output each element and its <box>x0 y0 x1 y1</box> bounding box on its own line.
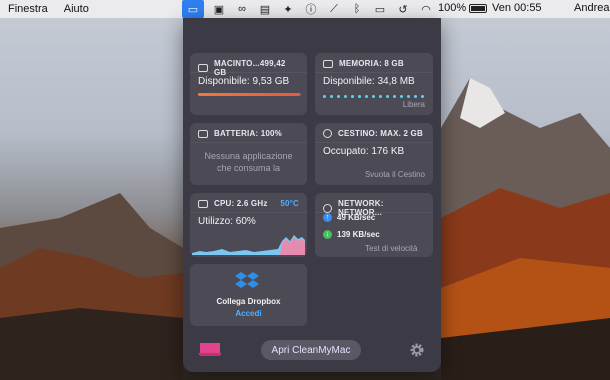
upload-speed: 49 KB/sec <box>337 213 376 222</box>
battery-tile[interactable]: BATTERIA: 100% Nessuna applicazione che … <box>190 123 307 185</box>
cleanmymac-icon[interactable] <box>198 341 222 357</box>
battery-title: BATTERIA: 100% <box>214 129 282 138</box>
trash-icon <box>323 129 332 138</box>
download-speed-row: ↓ 139 KB/sec <box>323 230 380 239</box>
disk-icon <box>198 64 208 72</box>
cpu-header: CPU: 2.6 GHz 50°C <box>198 199 299 208</box>
divider <box>190 142 307 143</box>
free-memory-button[interactable]: Libera <box>403 100 425 109</box>
battery-message: Nessuna applicazione che consuma la <box>204 151 293 173</box>
cleanmymac-menu-icon[interactable]: ▭ <box>182 0 204 18</box>
cpu-icon <box>198 199 208 208</box>
trash-title: CESTINO: MAX. 2 GB <box>338 129 423 138</box>
cpu-tile[interactable]: CPU: 2.6 GHz 50°C Utilizzo: 60% <box>190 193 307 257</box>
time-machine-icon[interactable]: ↺ <box>395 2 411 16</box>
divider <box>315 72 433 73</box>
disk-usage-fill <box>198 93 300 96</box>
disk-header: MACINTO...499,42 GB <box>198 59 299 77</box>
disk-available: Disponibile: 9,53 GB <box>198 76 290 87</box>
cpu-history-graph <box>192 235 305 255</box>
menu-aiuto[interactable]: Aiuto <box>64 3 89 15</box>
dropbox-login-link[interactable]: Accedi <box>190 309 307 318</box>
empty-trash-button[interactable]: Svuota il Cestino <box>365 170 425 179</box>
divider <box>190 72 307 73</box>
network-tile[interactable]: NETWORK: NETWOR... ↑ 49 KB/sec ↓ 139 KB/… <box>315 193 433 257</box>
battery-header: BATTERIA: 100% <box>198 129 299 138</box>
cpu-title: CPU: 2.6 GHz <box>214 199 268 208</box>
wifi-icon[interactable]: ◠ <box>418 2 434 16</box>
speed-test-button[interactable]: Test di velocità <box>365 244 417 253</box>
disk-tile[interactable]: MACINTO...499,42 GB Disponibile: 9,53 GB <box>190 53 307 115</box>
memory-available: Disponibile: 34,8 MB <box>323 76 415 87</box>
creative-cloud-icon[interactable]: ∞ <box>234 2 250 16</box>
menu-bar: Finestra Aiuto ▭ ▣ ∞ ▤ ✦ ⓘ ⟋ ᛒ ▭ ↺ ◠ 100… <box>0 0 610 18</box>
cpu-usage: Utilizzo: 60% <box>198 216 256 227</box>
download-arrow-icon: ↓ <box>323 230 332 239</box>
upload-speed-row: ↑ 49 KB/sec <box>323 213 375 222</box>
info-icon[interactable]: ⓘ <box>303 2 319 16</box>
memory-usage-dots <box>323 95 424 98</box>
battery-icon <box>469 3 488 13</box>
gear-icon[interactable] <box>409 342 425 358</box>
dropbox-icon <box>235 272 259 288</box>
trash-tile[interactable]: CESTINO: MAX. 2 GB Occupato: 176 KB Svuo… <box>315 123 433 185</box>
bluetooth-icon[interactable]: ᛒ <box>349 2 365 16</box>
upload-arrow-icon: ↑ <box>323 213 332 222</box>
broom-icon[interactable]: ⟋ <box>326 2 342 16</box>
menu-finestra[interactable]: Finestra <box>8 3 48 15</box>
memory-header: MEMORIA: 8 GB <box>323 59 425 68</box>
memory-title: MEMORIA: 8 GB <box>339 59 404 68</box>
clipboard-icon[interactable]: ▤ <box>257 2 273 16</box>
download-speed: 139 KB/sec <box>337 230 380 239</box>
dropbox-title: Collega Dropbox <box>216 297 281 306</box>
battery-percent: 100% <box>438 2 467 14</box>
app-menu: Finestra Aiuto <box>0 3 89 15</box>
disk-title: MACINTO...499,42 GB <box>214 59 286 77</box>
magnet-icon[interactable]: ✦ <box>280 2 296 16</box>
open-cleanmymac-button[interactable]: Apri CleanMyMac <box>261 340 361 360</box>
clock[interactable]: Ven 00:55 <box>492 2 542 14</box>
cleanmymac-popover: MACINTO...499,42 GB Disponibile: 9,53 GB… <box>183 18 441 372</box>
status-icons: ▭ ▣ ∞ ▤ ✦ ⓘ ⟋ ᛒ ▭ ↺ ◠ <box>182 0 434 18</box>
dropbox-tile[interactable]: Collega Dropbox Accedi <box>190 264 307 326</box>
divider <box>315 142 433 143</box>
trash-header: CESTINO: MAX. 2 GB <box>323 129 425 138</box>
airplay-icon[interactable]: ▭ <box>372 2 388 16</box>
screen-share-icon[interactable]: ▣ <box>211 2 227 16</box>
memory-icon <box>323 59 333 68</box>
trash-used: Occupato: 176 KB <box>323 146 405 157</box>
battery-tile-icon <box>198 129 208 138</box>
divider <box>190 212 307 213</box>
user-menu[interactable]: Andrea <box>574 2 609 14</box>
cpu-temperature: 50°C <box>280 199 299 208</box>
memory-tile[interactable]: MEMORIA: 8 GB Disponibile: 34,8 MB Liber… <box>315 53 433 115</box>
battery-status[interactable]: 100% <box>438 2 488 14</box>
disk-usage-bar <box>198 93 302 96</box>
